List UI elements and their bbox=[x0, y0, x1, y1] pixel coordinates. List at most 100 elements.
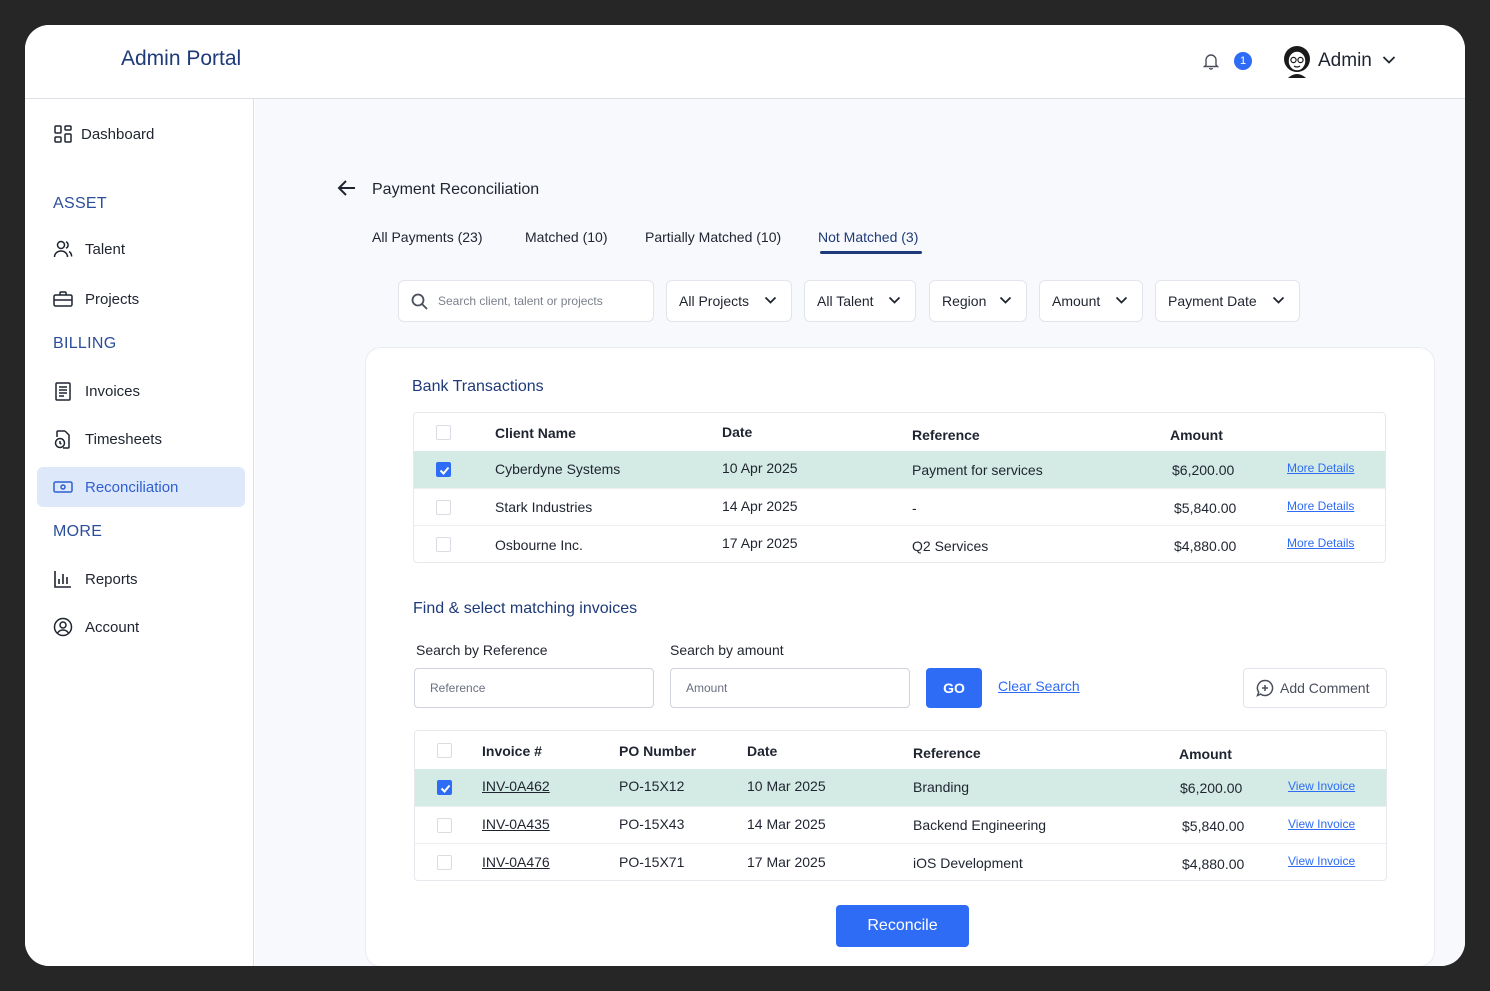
filter-label: Payment Date bbox=[1168, 293, 1257, 309]
reference-input[interactable] bbox=[414, 668, 654, 708]
sidebar: Dashboard ASSET Talent Projects BILLING … bbox=[25, 99, 254, 966]
cell-date: 17 Apr 2025 bbox=[722, 535, 798, 551]
cell-po: PO-15X71 bbox=[619, 854, 685, 870]
sidebar-item-dashboard[interactable]: Dashboard bbox=[37, 114, 245, 154]
sidebar-item-label: Reconciliation bbox=[85, 478, 179, 496]
column-header-date: Date bbox=[747, 743, 778, 759]
view-invoice-link[interactable]: View Invoice bbox=[1288, 854, 1355, 868]
sidebar-item-talent[interactable]: Talent bbox=[37, 229, 245, 269]
cell-reference: Payment for services bbox=[912, 462, 1043, 478]
section-label-billing: BILLING bbox=[53, 335, 117, 352]
row-checkbox[interactable] bbox=[436, 462, 451, 477]
active-tab-indicator bbox=[820, 251, 922, 254]
column-header-reference: Reference bbox=[912, 427, 980, 443]
add-comment-button[interactable]: Add Comment bbox=[1243, 668, 1387, 708]
amount-label: Search by amount bbox=[670, 642, 784, 658]
table-row[interactable]: INV-0A476 PO-15X71 17 Mar 2025 iOS Devel… bbox=[415, 843, 1386, 881]
row-checkbox[interactable] bbox=[437, 780, 452, 795]
tab-matched[interactable]: Matched (10) bbox=[525, 229, 607, 245]
chevron-down-icon bbox=[999, 296, 1012, 304]
sidebar-item-reconciliation[interactable]: Reconciliation bbox=[37, 467, 245, 507]
filter-amount[interactable]: Amount bbox=[1039, 280, 1143, 322]
table-row[interactable]: Stark Industries 14 Apr 2025 - $5,840.00… bbox=[414, 488, 1385, 525]
sidebar-item-invoices[interactable]: Invoices bbox=[37, 371, 245, 411]
row-checkbox[interactable] bbox=[437, 818, 452, 833]
reference-label: Search by Reference bbox=[416, 642, 548, 658]
filter-label: Region bbox=[942, 293, 987, 309]
row-checkbox[interactable] bbox=[436, 500, 451, 515]
bar-chart-icon bbox=[51, 567, 75, 591]
sidebar-item-label: Timesheets bbox=[85, 430, 162, 448]
bell-icon bbox=[1203, 54, 1219, 70]
more-details-link[interactable]: More Details bbox=[1287, 499, 1354, 513]
cell-reference: Branding bbox=[913, 779, 970, 795]
filter-talent[interactable]: All Talent bbox=[804, 280, 916, 322]
filter-payment-date[interactable]: Payment Date bbox=[1155, 280, 1300, 322]
row-checkbox[interactable] bbox=[437, 855, 452, 870]
sidebar-item-timesheets[interactable]: Timesheets bbox=[37, 419, 245, 459]
filter-label: All Talent bbox=[817, 293, 874, 309]
cell-amount: $6,200.00 bbox=[1180, 780, 1243, 796]
clear-search-link[interactable]: Clear Search bbox=[998, 678, 1080, 694]
column-header-reference: Reference bbox=[913, 745, 981, 761]
invoice-number-link[interactable]: INV-0A476 bbox=[482, 854, 550, 870]
filter-projects[interactable]: All Projects bbox=[666, 280, 792, 322]
invoice-number-link[interactable]: INV-0A462 bbox=[482, 778, 550, 794]
column-header-client: Client Name bbox=[495, 425, 576, 441]
users-icon bbox=[51, 237, 75, 261]
sidebar-item-label: Account bbox=[85, 618, 140, 636]
user-circle-icon bbox=[51, 615, 75, 639]
amount-input[interactable] bbox=[670, 668, 910, 708]
dashboard-icon bbox=[51, 122, 75, 146]
money-icon bbox=[51, 475, 75, 499]
table-row[interactable]: Osbourne Inc. 17 Apr 2025 Q2 Services $4… bbox=[414, 525, 1385, 563]
sidebar-item-reports[interactable]: Reports bbox=[37, 559, 245, 599]
check-icon bbox=[439, 466, 450, 475]
search-icon bbox=[411, 293, 428, 310]
reconcile-button[interactable]: Reconcile bbox=[836, 905, 969, 947]
chevron-down-icon bbox=[1272, 296, 1285, 304]
matching-invoices-heading: Find & select matching invoices bbox=[413, 600, 638, 617]
chevron-down-icon[interactable] bbox=[1382, 55, 1396, 65]
sidebar-item-projects[interactable]: Projects bbox=[37, 279, 245, 319]
view-invoice-link[interactable]: View Invoice bbox=[1288, 779, 1355, 793]
select-all-checkbox[interactable] bbox=[437, 743, 452, 758]
cell-reference: Q2 Services bbox=[912, 538, 989, 554]
tab-not-matched[interactable]: Not Matched (3) bbox=[818, 229, 918, 245]
more-details-link[interactable]: More Details bbox=[1287, 461, 1354, 475]
avatar[interactable] bbox=[1282, 44, 1312, 78]
filter-region[interactable]: Region bbox=[929, 280, 1027, 322]
tab-all-payments[interactable]: All Payments (23) bbox=[372, 229, 482, 245]
column-header-date: Date bbox=[722, 424, 753, 440]
sidebar-item-label: Projects bbox=[85, 290, 140, 308]
go-button[interactable]: GO bbox=[926, 668, 982, 708]
section-label-more: MORE bbox=[53, 523, 103, 540]
chevron-down-icon bbox=[1115, 296, 1128, 304]
tab-partially-matched[interactable]: Partially Matched (10) bbox=[645, 229, 781, 245]
check-icon bbox=[440, 784, 451, 793]
cell-reference: Backend Engineering bbox=[913, 817, 1047, 833]
table-row[interactable]: INV-0A435 PO-15X43 14 Mar 2025 Backend E… bbox=[415, 806, 1386, 843]
user-name[interactable]: Admin bbox=[1318, 50, 1372, 72]
chevron-down-icon bbox=[764, 296, 777, 304]
sidebar-item-account[interactable]: Account bbox=[37, 607, 245, 647]
row-checkbox[interactable] bbox=[436, 537, 451, 552]
sidebar-item-label: Invoices bbox=[85, 382, 141, 400]
search-field[interactable] bbox=[398, 280, 654, 322]
view-invoice-link[interactable]: View Invoice bbox=[1288, 817, 1355, 831]
select-all-checkbox[interactable] bbox=[436, 425, 451, 440]
briefcase-icon bbox=[51, 287, 75, 311]
cell-amount: $5,840.00 bbox=[1182, 818, 1245, 834]
cell-po: PO-15X43 bbox=[619, 816, 685, 832]
table-row[interactable]: Cyberdyne Systems 10 Apr 2025 Payment fo… bbox=[414, 451, 1385, 488]
back-arrow-icon[interactable] bbox=[337, 179, 357, 197]
invoice-number-link[interactable]: INV-0A435 bbox=[482, 816, 550, 832]
search-input[interactable] bbox=[438, 294, 638, 308]
cell-client: Stark Industries bbox=[495, 499, 593, 515]
column-header-invoice: Invoice # bbox=[482, 743, 542, 759]
more-details-link[interactable]: More Details bbox=[1287, 536, 1354, 550]
reconciliation-card: Bank Transactions Client Name Date Refer… bbox=[365, 347, 1435, 966]
filter-label: All Projects bbox=[679, 293, 750, 309]
add-comment-label: Add Comment bbox=[1280, 680, 1370, 696]
table-row[interactable]: INV-0A462 PO-15X12 10 Mar 2025 Branding … bbox=[415, 769, 1386, 806]
